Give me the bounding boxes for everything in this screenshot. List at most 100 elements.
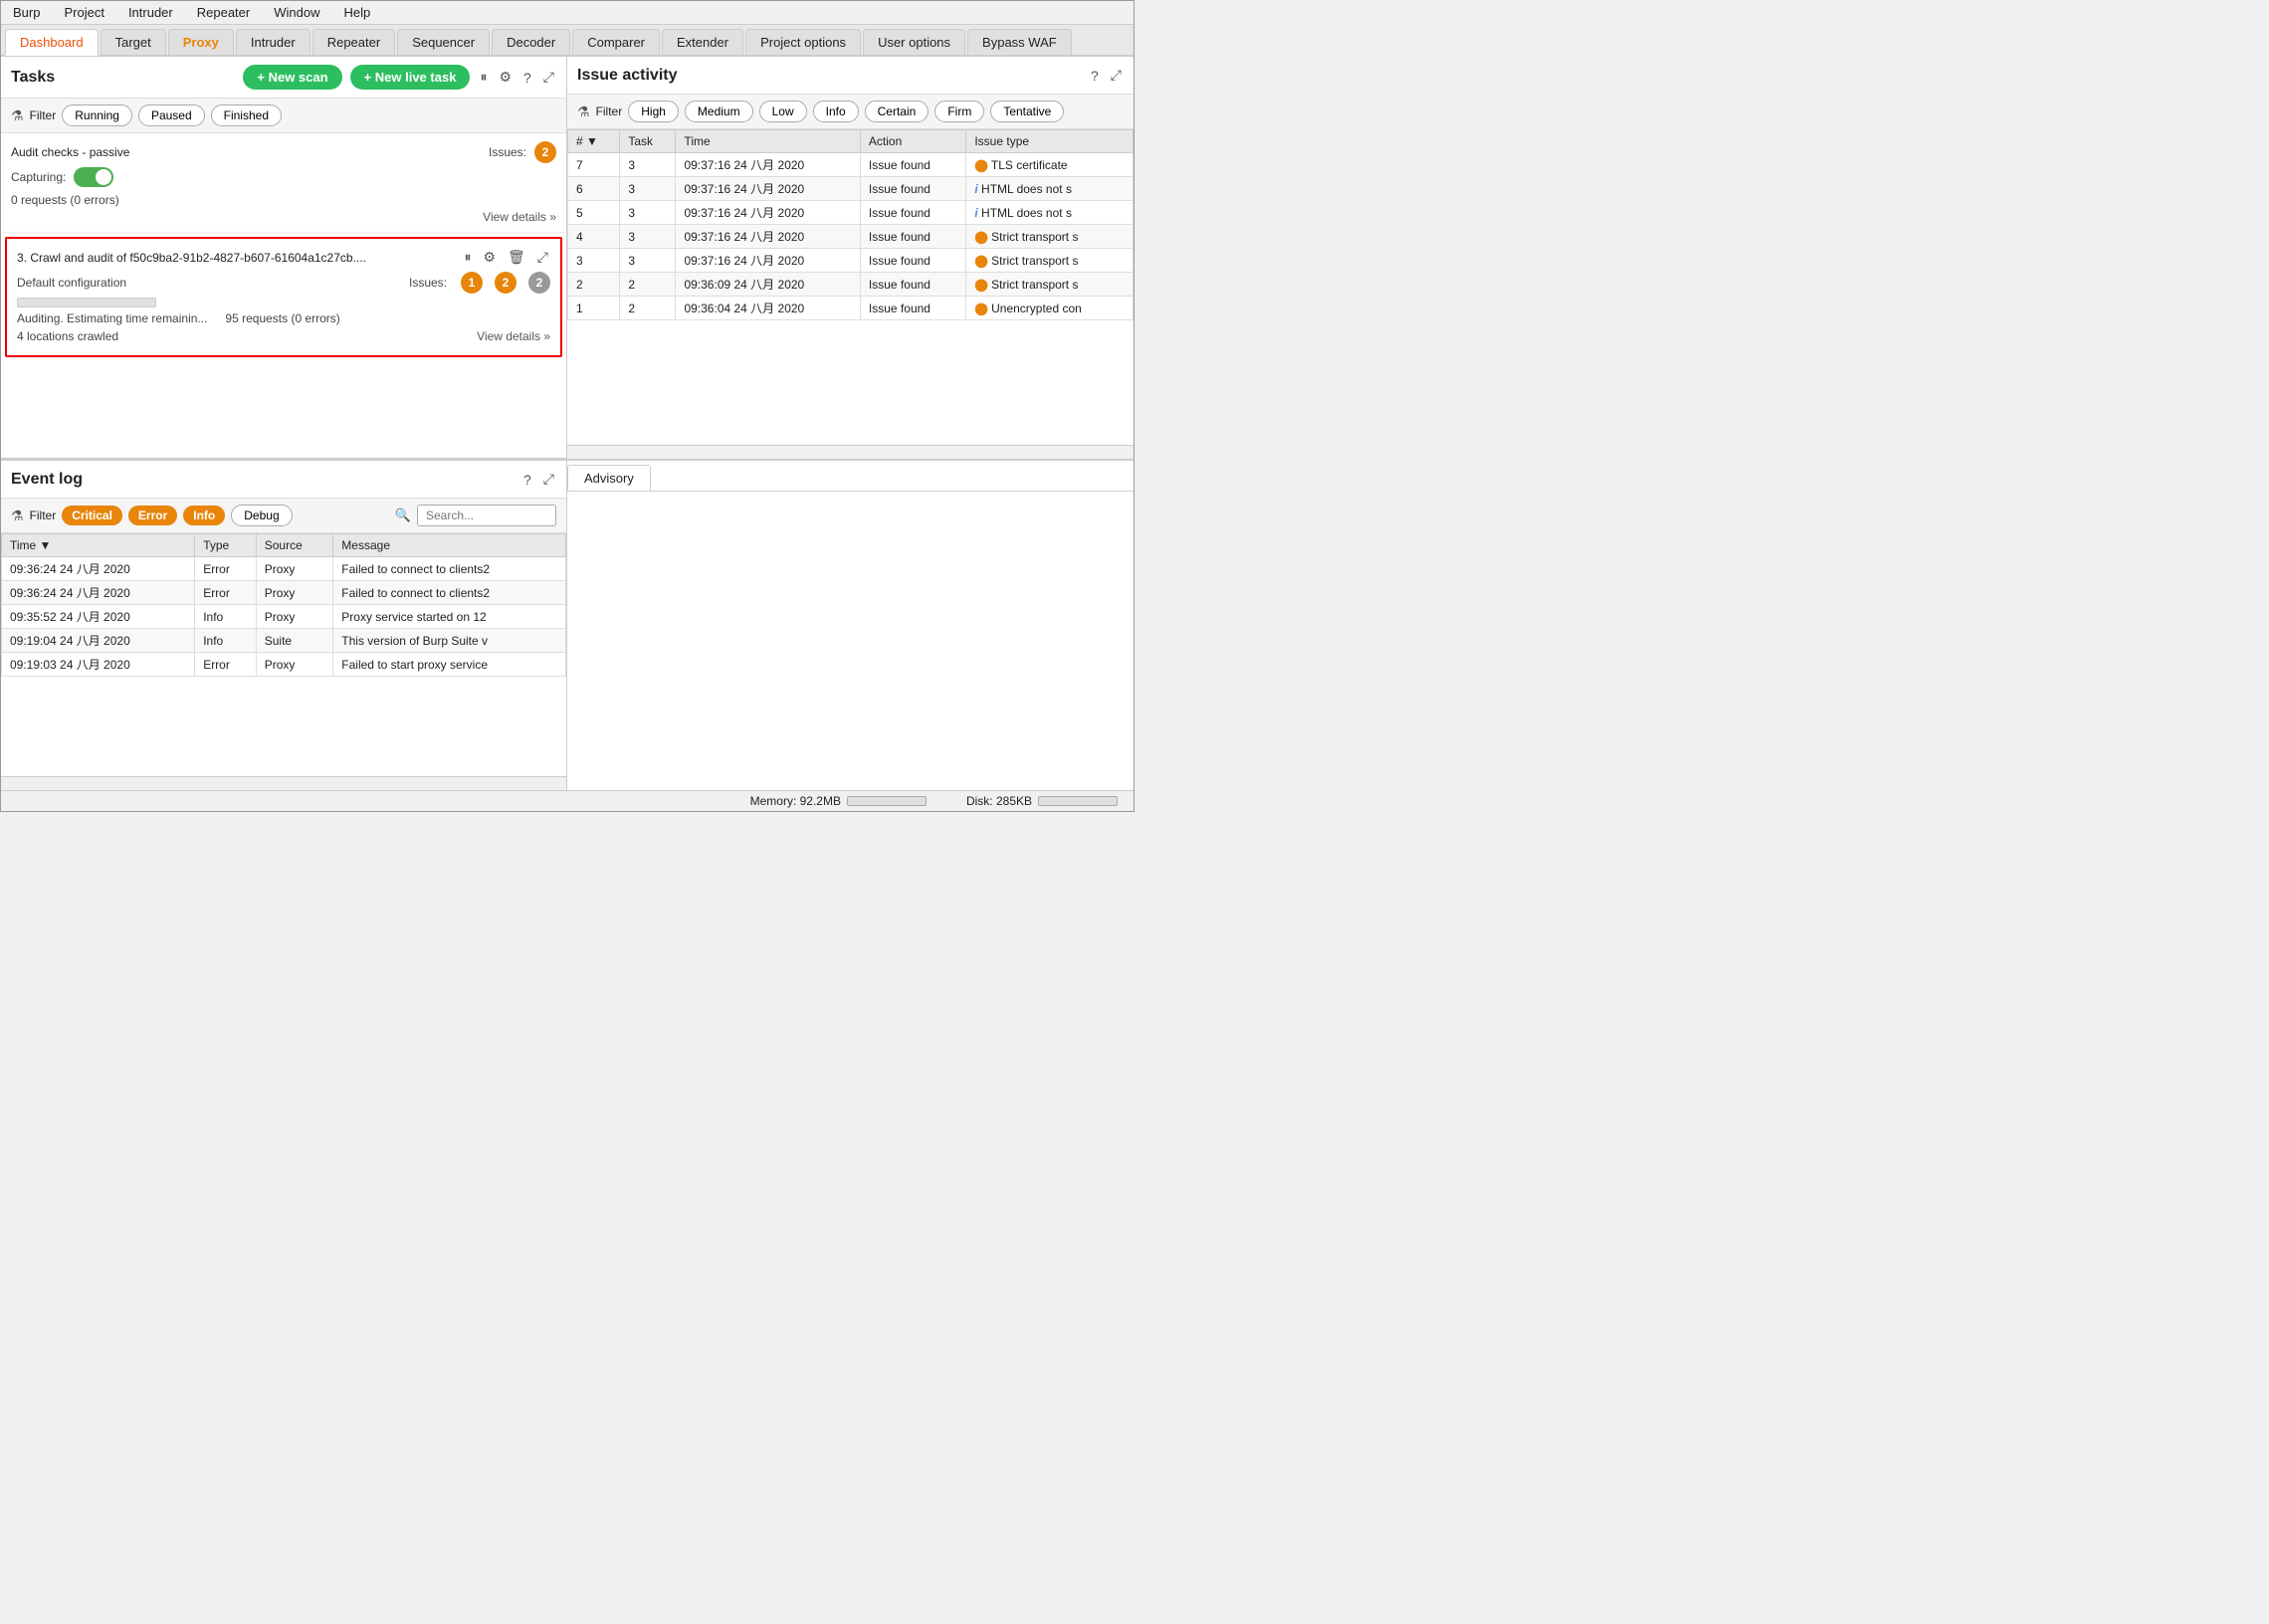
task-passive-capture-toggle[interactable] <box>74 167 113 187</box>
task-item-passive: Audit checks - passive Issues: 2 Capturi… <box>1 133 566 233</box>
task-crawl-open-btn[interactable]: ⤢ <box>535 247 550 268</box>
menu-intruder[interactable]: Intruder <box>124 3 177 22</box>
settings-button[interactable]: ⚙ <box>497 67 514 88</box>
tasks-filter-finished[interactable]: Finished <box>211 104 282 126</box>
menu-window[interactable]: Window <box>270 3 323 22</box>
issue-col-task[interactable]: Task <box>620 130 676 153</box>
event-log-row[interactable]: 09:36:24 24 八月 2020 Error Proxy Failed t… <box>2 557 566 581</box>
menu-help[interactable]: Help <box>339 3 374 22</box>
issue-activity-row[interactable]: 3 3 09:37:16 24 八月 2020 Issue found ⬤ St… <box>568 249 1134 273</box>
event-message: Failed to connect to clients2 <box>333 581 566 605</box>
issue-activity-table: # ▼ Task Time Action Issue type 7 3 09:3… <box>567 129 1134 320</box>
event-message: Failed to connect to clients2 <box>333 557 566 581</box>
col-message[interactable]: Message <box>333 534 566 557</box>
issue-filter-high[interactable]: High <box>628 101 679 122</box>
menu-repeater[interactable]: Repeater <box>193 3 254 22</box>
issue-activity-scrollbar[interactable] <box>567 445 1134 459</box>
task-crawl-delete-btn[interactable]: 🗑 <box>506 247 527 268</box>
tab-target[interactable]: Target <box>101 29 166 55</box>
issue-col-action[interactable]: Action <box>860 130 965 153</box>
issue-activity-row[interactable]: 7 3 09:37:16 24 八月 2020 Issue found ⬤ TL… <box>568 153 1134 177</box>
issue-action: Issue found <box>860 249 965 273</box>
tab-extender[interactable]: Extender <box>662 29 743 55</box>
issue-activity-row[interactable]: 2 2 09:36:09 24 八月 2020 Issue found ⬤ St… <box>568 273 1134 297</box>
tab-sequencer[interactable]: Sequencer <box>397 29 490 55</box>
tab-intruder[interactable]: Intruder <box>236 29 310 55</box>
help-tasks-button[interactable]: ? <box>521 68 533 88</box>
issue-activity-table-wrap: # ▼ Task Time Action Issue type 7 3 09:3… <box>567 129 1134 445</box>
event-time: 09:19:04 24 八月 2020 <box>2 629 195 653</box>
expand-tasks-button[interactable]: ⤢ <box>541 67 556 88</box>
event-log-help-btn[interactable]: ? <box>521 470 533 490</box>
tab-repeater[interactable]: Repeater <box>312 29 395 55</box>
advisory-content <box>567 492 1134 790</box>
event-log-debug-btn[interactable]: Debug <box>231 505 292 526</box>
issue-col-time[interactable]: Time <box>676 130 860 153</box>
task-crawl-pause-btn[interactable]: ⏸ <box>462 247 473 268</box>
task-crawl-settings-btn[interactable]: ⚙ <box>481 247 498 268</box>
tasks-header: Tasks + New scan + New live task ⏸ ⚙ ? ⤢ <box>1 57 566 99</box>
event-type: Error <box>195 581 257 605</box>
issue-col-num[interactable]: # ▼ <box>568 130 620 153</box>
event-time: 09:36:24 24 八月 2020 <box>2 557 195 581</box>
tab-decoder[interactable]: Decoder <box>492 29 570 55</box>
col-type[interactable]: Type <box>195 534 257 557</box>
col-source[interactable]: Source <box>256 534 333 557</box>
tasks-filter-paused[interactable]: Paused <box>138 104 205 126</box>
event-log-filter-label: Filter <box>30 508 57 522</box>
event-time: 09:19:03 24 八月 2020 <box>2 653 195 677</box>
issue-task: 3 <box>620 201 676 225</box>
tab-user-options[interactable]: User options <box>863 29 965 55</box>
issue-type-icon: ⬤ <box>974 278 987 292</box>
event-source: Proxy <box>256 605 333 629</box>
issue-activity-row[interactable]: 1 2 09:36:04 24 八月 2020 Issue found ⬤ Un… <box>568 297 1134 320</box>
issue-activity-row[interactable]: 6 3 09:37:16 24 八月 2020 Issue found i HT… <box>568 177 1134 201</box>
event-log-critical-btn[interactable]: Critical <box>62 506 122 525</box>
event-log-row[interactable]: 09:19:04 24 八月 2020 Info Suite This vers… <box>2 629 566 653</box>
tasks-filter-running[interactable]: Running <box>62 104 132 126</box>
tab-project-options[interactable]: Project options <box>745 29 861 55</box>
tab-comparer[interactable]: Comparer <box>572 29 660 55</box>
issue-col-type[interactable]: Issue type <box>966 130 1134 153</box>
issue-filter-tentative[interactable]: Tentative <box>990 101 1064 122</box>
menu-burp[interactable]: Burp <box>9 3 44 22</box>
issue-filter-low[interactable]: Low <box>759 101 807 122</box>
event-log-filter-icon[interactable]: ⚗ <box>11 508 24 524</box>
issue-filter-certain[interactable]: Certain <box>865 101 929 122</box>
event-log-search-input[interactable] <box>417 505 556 526</box>
issue-activity-filter-icon[interactable]: ⚗ <box>577 103 590 120</box>
event-log-scrollbar[interactable] <box>1 776 566 790</box>
tab-dashboard[interactable]: Dashboard <box>5 29 99 56</box>
issue-filter-firm[interactable]: Firm <box>934 101 984 122</box>
issue-time: 09:36:09 24 八月 2020 <box>676 273 860 297</box>
issue-filter-info[interactable]: Info <box>813 101 859 122</box>
menu-project[interactable]: Project <box>60 3 107 22</box>
col-time[interactable]: Time ▼ <box>2 534 195 557</box>
disk-bar <box>1038 796 1118 806</box>
event-log-expand-btn[interactable]: ⤢ <box>541 469 556 490</box>
issue-filter-medium[interactable]: Medium <box>685 101 753 122</box>
event-log-row[interactable]: 09:35:52 24 八月 2020 Info Proxy Proxy ser… <box>2 605 566 629</box>
event-log-row[interactable]: 09:36:24 24 八月 2020 Error Proxy Failed t… <box>2 581 566 605</box>
event-log-table: Time ▼ Type Source Message 09:36:24 24 八… <box>1 533 566 677</box>
pause-all-button[interactable]: ⏸ <box>478 67 489 88</box>
tasks-filter-icon[interactable]: ⚗ <box>11 107 24 124</box>
tab-proxy[interactable]: Proxy <box>168 29 234 55</box>
disk-status: Disk: 285KB <box>966 794 1118 808</box>
search-icon: 🔍 <box>395 508 411 523</box>
event-log-filter-bar: ⚗ Filter Critical Error Info Debug 🔍 <box>1 499 566 533</box>
issue-activity-help-btn[interactable]: ? <box>1089 66 1101 86</box>
new-scan-button[interactable]: + New scan <box>243 65 341 90</box>
issue-activity-row[interactable]: 5 3 09:37:16 24 八月 2020 Issue found i HT… <box>568 201 1134 225</box>
task-crawl-view-details[interactable]: View details » <box>477 329 550 343</box>
issue-activity-row[interactable]: 4 3 09:37:16 24 八月 2020 Issue found ⬤ St… <box>568 225 1134 249</box>
event-log-row[interactable]: 09:19:03 24 八月 2020 Error Proxy Failed t… <box>2 653 566 677</box>
event-log-info-btn[interactable]: Info <box>183 506 225 525</box>
tab-bypass-waf[interactable]: Bypass WAF <box>967 29 1072 55</box>
new-live-task-button[interactable]: + New live task <box>350 65 471 90</box>
event-type: Error <box>195 653 257 677</box>
issue-activity-expand-btn[interactable]: ⤢ <box>1109 65 1124 86</box>
task-passive-view-details[interactable]: View details » <box>11 209 556 224</box>
advisory-tab-item[interactable]: Advisory <box>567 465 651 491</box>
event-log-error-btn[interactable]: Error <box>128 506 177 525</box>
